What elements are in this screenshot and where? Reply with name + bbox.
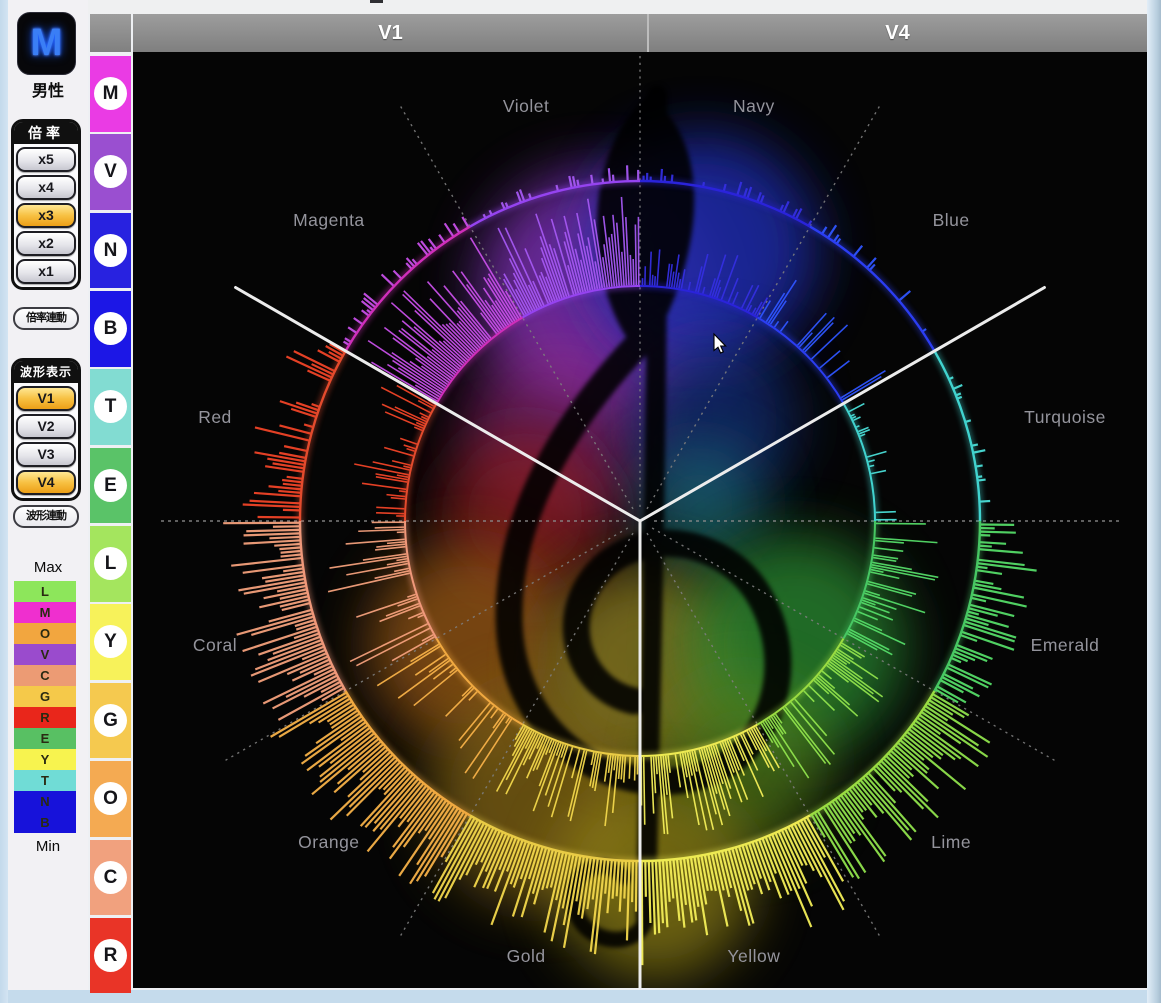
note-strip-letter-o: O bbox=[94, 782, 127, 815]
spectrum-visualization: Turquoise Blue Navy Violet Magenta Red Coral Or… bbox=[133, 52, 1147, 988]
note-strip-letter-t: T bbox=[94, 390, 127, 423]
note-strip-letter-g: G bbox=[94, 704, 127, 737]
note-strip-letter-l: L bbox=[94, 547, 127, 580]
waveform-button-v3[interactable]: V3 bbox=[16, 442, 76, 467]
window-title-fragment bbox=[370, 0, 383, 3]
magnification-group: 倍率 x5 x4 x3 x2 x1 bbox=[11, 119, 81, 290]
scale-row-y: Y bbox=[14, 749, 76, 770]
window-top-strip bbox=[88, 0, 1147, 14]
magnification-link-button[interactable]: 倍率連動 bbox=[13, 307, 79, 330]
window-left-border bbox=[0, 0, 8, 1003]
waveform-button-v4[interactable]: V4 bbox=[16, 470, 76, 495]
segment-label-red: Red bbox=[198, 407, 232, 427]
note-strip-letter-v: V bbox=[94, 155, 127, 188]
spectrum-visualization-canvas: Turquoise Blue Navy Violet Magenta Red Coral Or… bbox=[133, 52, 1147, 988]
magnification-group-title: 倍率 bbox=[14, 122, 78, 144]
magnification-button-x1[interactable]: x1 bbox=[16, 259, 76, 284]
scale-row-e: E bbox=[14, 728, 76, 749]
segment-label-orange: Orange bbox=[298, 832, 359, 852]
note-strip-cell-e: E bbox=[90, 448, 131, 524]
header-corner-square bbox=[90, 14, 131, 52]
voice-type-label: 男性 bbox=[8, 77, 88, 101]
magnification-button-x5[interactable]: x5 bbox=[16, 147, 76, 172]
note-strip-cell-t: T bbox=[90, 369, 131, 445]
header-bar: V1 V4 bbox=[133, 14, 1147, 52]
window-right-border bbox=[1147, 0, 1161, 1003]
segment-label-gold: Gold bbox=[507, 946, 546, 966]
header-label-v4: V4 bbox=[648, 14, 1147, 52]
scale-row-n: N bbox=[14, 791, 76, 812]
note-color-strip: M V N B T E L Y G O C R bbox=[90, 52, 131, 994]
note-strip-cell-y: Y bbox=[90, 604, 131, 680]
note-strip-letter-r: R bbox=[94, 939, 127, 972]
note-strip-cell-c: C bbox=[90, 840, 131, 916]
app-logo-m-icon: M bbox=[17, 12, 76, 75]
scale-min-label: Min bbox=[8, 838, 88, 855]
waveform-buttons: V1 V2 V3 V4 bbox=[14, 386, 78, 495]
scale-row-c: C bbox=[14, 665, 76, 686]
scale-row-b: B bbox=[14, 812, 76, 833]
app-logo-letter: M bbox=[31, 22, 63, 65]
note-strip-letter-b: B bbox=[94, 312, 127, 345]
note-strip-cell-g: G bbox=[90, 683, 131, 759]
segment-label-navy: Navy bbox=[733, 96, 775, 116]
note-strip-cell-v: V bbox=[90, 134, 131, 210]
scale-row-v: V bbox=[14, 644, 76, 665]
segment-label-emerald: Emerald bbox=[1031, 635, 1100, 655]
segment-label-blue: Blue bbox=[933, 210, 970, 230]
segment-label-magenta: Magenta bbox=[293, 210, 365, 230]
scale-row-o: O bbox=[14, 623, 76, 644]
segment-label-violet: Violet bbox=[503, 96, 549, 116]
note-strip-cell-o: O bbox=[90, 761, 131, 837]
scale-row-l: L bbox=[14, 581, 76, 602]
magnification-buttons: x5 x4 x3 x2 x1 bbox=[14, 147, 78, 284]
note-strip-cell-r: R bbox=[90, 918, 131, 994]
magnification-button-x4[interactable]: x4 bbox=[16, 175, 76, 200]
waveform-group-title: 波形表示 bbox=[14, 361, 78, 383]
segment-label-yellow: Yellow bbox=[727, 946, 780, 966]
scale-row-m: M bbox=[14, 602, 76, 623]
waveform-group: 波形表示 V1 V2 V3 V4 bbox=[11, 358, 81, 501]
window-bottom-border bbox=[8, 990, 1147, 1003]
segment-label-coral: Coral bbox=[193, 635, 237, 655]
segment-label-turquoise: Turquoise bbox=[1024, 407, 1106, 427]
note-strip-letter-e: E bbox=[94, 469, 127, 502]
waveform-button-v1[interactable]: V1 bbox=[16, 386, 76, 411]
note-strip-cell-b: B bbox=[90, 291, 131, 367]
scale-max-label: Max bbox=[8, 559, 88, 576]
note-strip-cell-m: M bbox=[90, 56, 131, 132]
waveform-button-v2[interactable]: V2 bbox=[16, 414, 76, 439]
scale-row-r: R bbox=[14, 707, 76, 728]
segment-label-lime: Lime bbox=[931, 832, 971, 852]
waveform-link-button[interactable]: 波形連動 bbox=[13, 505, 79, 528]
note-strip-letter-y: Y bbox=[94, 625, 127, 658]
magnification-button-x3[interactable]: x3 bbox=[16, 203, 76, 228]
note-strip-letter-c: C bbox=[94, 861, 127, 894]
note-strip-cell-l: L bbox=[90, 526, 131, 602]
scale-row-g: G bbox=[14, 686, 76, 707]
color-scale-legend: LMOVCGREYTNB bbox=[14, 581, 76, 833]
header-label-v1: V1 bbox=[133, 14, 648, 52]
note-strip-letter-m: M bbox=[94, 77, 127, 110]
note-strip-letter-n: N bbox=[94, 234, 127, 267]
magnification-button-x2[interactable]: x2 bbox=[16, 231, 76, 256]
note-strip-cell-n: N bbox=[90, 213, 131, 289]
scale-row-t: T bbox=[14, 770, 76, 791]
